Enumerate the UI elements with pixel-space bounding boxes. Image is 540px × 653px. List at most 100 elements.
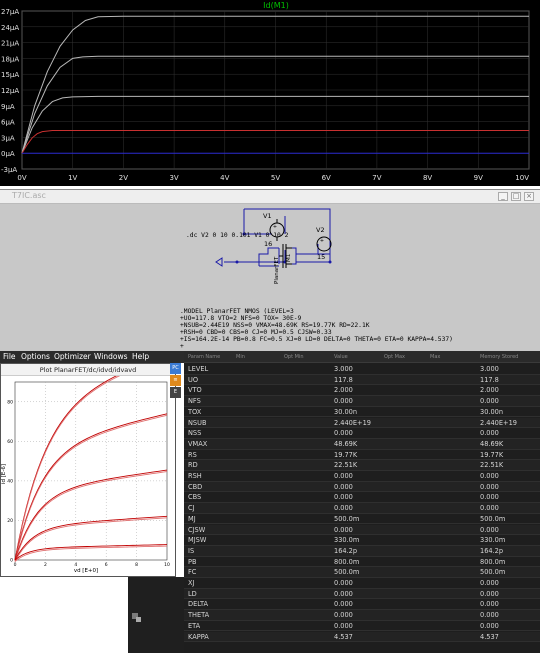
value-cell[interactable]: 0.000	[334, 589, 353, 600]
value-cell[interactable]: 164.2p	[334, 546, 357, 557]
table-row[interactable]: DELTA 0.000 0.000	[184, 599, 540, 611]
y-tick-label: 9µA	[1, 103, 15, 111]
plot-y-tick: 60	[7, 439, 13, 445]
value-cell[interactable]: 2.440E+19	[334, 418, 371, 429]
plot-y-tick: 40	[7, 478, 13, 484]
value-cell[interactable]: 0.000	[334, 578, 353, 589]
table-row[interactable]: UO 117.8 117.8	[184, 374, 540, 386]
table-row[interactable]: PB 800.0m 800.0m	[184, 557, 540, 568]
table-row[interactable]: NSS 0.000 0.000	[184, 428, 540, 439]
y-tick-label: 21µA	[1, 40, 19, 48]
param-name-cell: MJSW	[188, 536, 207, 545]
parameter-table[interactable]: Param Name Min Opt Min Value Opt Max Max…	[184, 351, 540, 653]
col-max[interactable]: Max	[430, 351, 440, 363]
y-tick-label: 15µA	[1, 71, 19, 79]
model-directive[interactable]: .MODEL PlanarFET NMOS (LEVEL=3 +UO=117.8…	[180, 308, 453, 351]
e-tool-button[interactable]: E	[170, 387, 181, 398]
menu-help[interactable]: Help	[132, 351, 149, 363]
col-opt-min[interactable]: Opt Min	[284, 351, 304, 363]
plot-canvas[interactable]: vd [E+0] id [E-6] 0 2 4 6 8 10 0 20 40 60 80	[1, 376, 175, 576]
plot-window[interactable]: Plot PlanarFET/dc/idvd/idvavd vd [E+0] i…	[0, 363, 176, 577]
ground-symbol[interactable]	[215, 257, 223, 267]
maximize-button[interactable]: □	[511, 192, 521, 201]
value-cell[interactable]: 22.51K	[334, 460, 357, 471]
table-row[interactable]: IS 164.2p 164.2p	[184, 545, 540, 557]
value-cell[interactable]: 0.000	[334, 428, 353, 439]
y-tick-label: 3µA	[1, 134, 15, 142]
waveform-viewer[interactable]: Id(M1) 27µA 24µA 21µA 18µA 15µA 12µA 9µA 6µA 3µA…	[0, 0, 540, 186]
value-cell[interactable]: 0.000	[334, 610, 353, 621]
v2-source[interactable]: +	[316, 236, 332, 252]
memory-stored-cell: 48.69K	[480, 439, 504, 448]
close-button[interactable]: ×	[524, 192, 534, 201]
param-name-cell: IS	[188, 546, 195, 555]
table-row[interactable]: RSH 0.000 0.000	[184, 471, 540, 482]
col-opt-max[interactable]: Opt Max	[384, 351, 405, 363]
col-value[interactable]: Value	[334, 351, 348, 363]
value-cell[interactable]: 4.537	[334, 632, 353, 643]
table-row[interactable]: RS 19.77K 19.77K	[184, 450, 540, 461]
waveform-plot[interactable]: Id(M1) 27µA 24µA 21µA 18µA 15µA 12µA 9µA 6µA 3µA…	[0, 0, 540, 186]
col-param-name[interactable]: Param Name	[188, 351, 220, 363]
col-memory-stored[interactable]: Memory Stored	[480, 351, 518, 363]
schematic-window[interactable]: T7IC.asc _ □ × + V1 16 + V2 15 M1 Planar…	[0, 189, 540, 351]
value-cell[interactable]: 500.0m	[334, 514, 359, 525]
minimize-button[interactable]: _	[498, 192, 508, 201]
value-cell[interactable]: 0.000	[334, 621, 353, 632]
value-cell[interactable]: 3.000	[334, 364, 353, 375]
table-row[interactable]: CJ 0.000 0.000	[184, 503, 540, 514]
menu-optimizer[interactable]: Optimizer	[54, 351, 91, 363]
table-row[interactable]: THETA 0.000 0.000	[184, 610, 540, 621]
table-row[interactable]: VMAX 48.69K 48.69K	[184, 438, 540, 450]
value-cell[interactable]: 0.000	[334, 503, 353, 514]
menu-options[interactable]: Options	[21, 351, 50, 363]
value-cell[interactable]: 500.0m	[334, 567, 359, 578]
table-row[interactable]: RD 22.51K 22.51K	[184, 460, 540, 471]
table-row[interactable]: ETA 0.000 0.000	[184, 621, 540, 632]
table-row[interactable]: KAPPA 4.537 4.537	[184, 631, 540, 643]
schematic-titlebar[interactable]: T7IC.asc _ □ ×	[0, 190, 540, 204]
value-cell[interactable]: 117.8	[334, 375, 353, 386]
value-cell[interactable]: 0.000	[334, 525, 353, 536]
value-cell[interactable]: 48.69K	[334, 439, 357, 450]
value-cell[interactable]: 0.000	[334, 482, 353, 493]
table-row[interactable]: CBD 0.000 0.000	[184, 481, 540, 493]
menu-windows[interactable]: Windows	[94, 351, 127, 363]
table-row[interactable]: LD 0.000 0.000	[184, 588, 540, 600]
value-cell[interactable]: 2.000	[334, 385, 353, 396]
window-icon	[136, 617, 141, 622]
table-row[interactable]: LEVEL 3.000 3.000	[184, 364, 540, 375]
model-line: +NSUB=2.44E19 NSS=0 VMAX=48.69K RS=19.77…	[180, 322, 370, 330]
table-row[interactable]: NSUB 2.440E+19 2.440E+19	[184, 417, 540, 429]
list-tool-button[interactable]: ≡	[170, 375, 181, 386]
value-cell[interactable]: 0.000	[334, 599, 353, 610]
table-row[interactable]: FC 500.0m 500.0m	[184, 567, 540, 578]
table-row[interactable]: MJSW 330.0m 330.0m	[184, 535, 540, 546]
value-cell[interactable]: 0.000	[334, 396, 353, 407]
table-row[interactable]: NFS 0.000 0.000	[184, 396, 540, 407]
value-cell[interactable]: 30.00n	[334, 407, 357, 418]
col-min[interactable]: Min	[236, 351, 245, 363]
menu-file[interactable]: File	[3, 351, 16, 363]
table-row[interactable]: VTO 2.000 2.000	[184, 385, 540, 397]
table-row[interactable]: CJSW 0.000 0.000	[184, 524, 540, 536]
memory-stored-cell: 0.000	[480, 525, 499, 534]
param-name-cell: CBD	[188, 482, 203, 491]
plot-title[interactable]: Plot PlanarFET/dc/idvd/idvavd	[1, 364, 175, 376]
param-name-cell: NSS	[188, 429, 202, 438]
junction	[328, 260, 332, 264]
value-cell[interactable]: 0.000	[334, 492, 353, 503]
m1-label: M1	[286, 254, 292, 262]
dc-directive[interactable]: .dc V2 0 10 0.101 V1 0 10 2	[186, 232, 288, 239]
value-cell[interactable]: 0.000	[334, 471, 353, 482]
pc-tool-button[interactable]: PC	[170, 363, 181, 374]
table-row[interactable]: TOX 30.00n 30.00n	[184, 407, 540, 418]
x-tick-label: 3V	[169, 174, 178, 182]
value-cell[interactable]: 800.0m	[334, 557, 359, 568]
value-cell[interactable]: 19.77K	[334, 450, 357, 461]
table-row[interactable]: CBS 0.000 0.000	[184, 492, 540, 504]
trace-title[interactable]: Id(M1)	[263, 1, 289, 10]
table-row[interactable]: XJ 0.000 0.000	[184, 578, 540, 589]
table-row[interactable]: MJ 500.0m 500.0m	[184, 514, 540, 525]
value-cell[interactable]: 330.0m	[334, 535, 359, 546]
